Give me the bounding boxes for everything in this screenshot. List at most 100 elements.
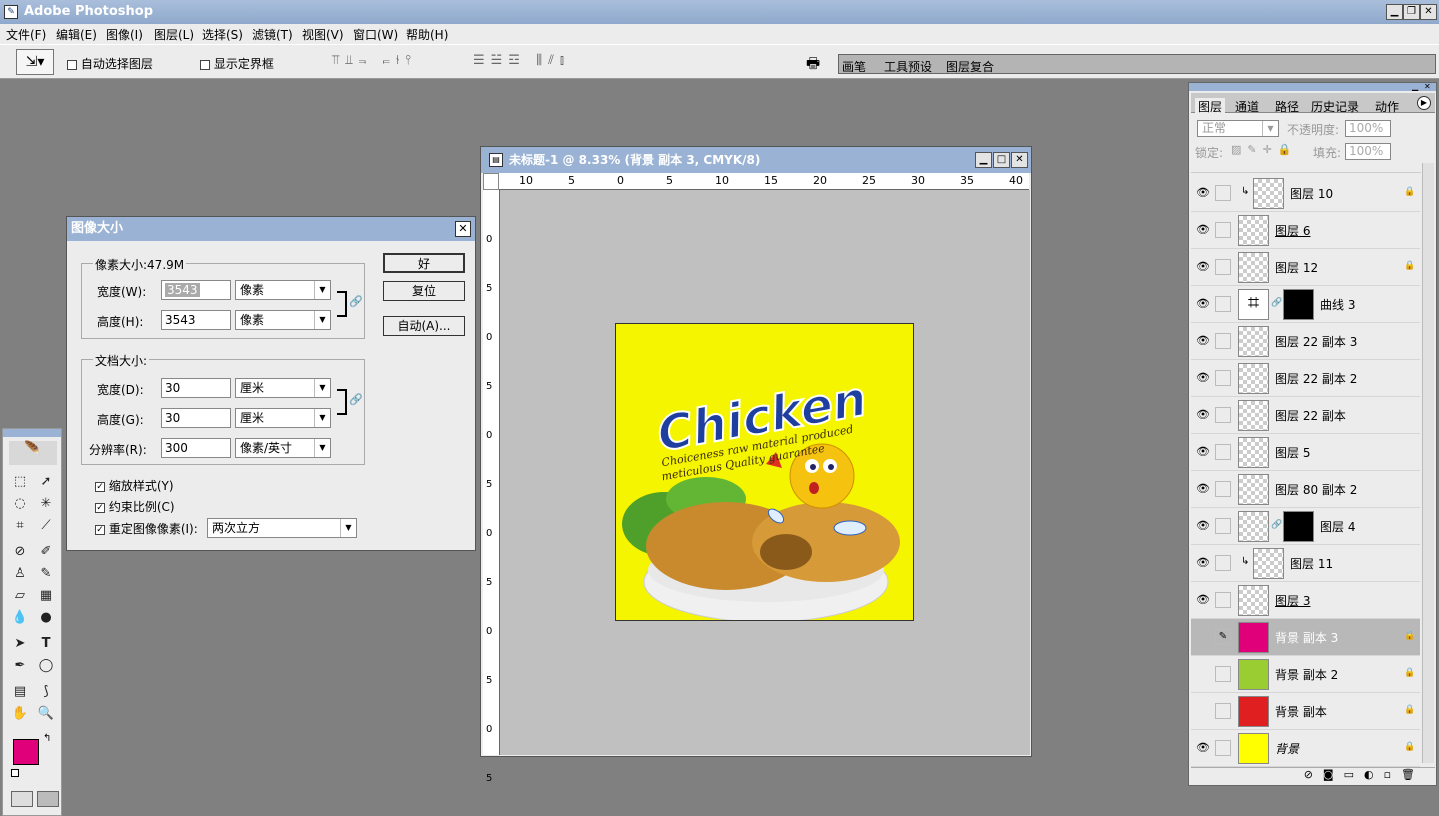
eye-icon[interactable]: 👁: [1195, 259, 1211, 275]
link-toggle[interactable]: [1215, 518, 1231, 534]
eye-icon[interactable]: 👁: [1195, 592, 1211, 608]
menu-view[interactable]: 视图(V): [302, 26, 344, 43]
show-bounds-option[interactable]: 显示定界框: [200, 55, 274, 72]
pen-tool-icon[interactable]: ✒: [9, 655, 31, 677]
dialog-close-icon[interactable]: ✕: [455, 221, 471, 237]
gradient-tool-icon[interactable]: ▦: [35, 585, 57, 607]
doc-height-field[interactable]: 30: [161, 408, 231, 428]
link-toggle[interactable]: [1215, 370, 1231, 386]
fill-field[interactable]: 100%: [1345, 143, 1391, 160]
foreground-color-swatch[interactable]: [13, 739, 39, 765]
close-icon[interactable]: ✕: [1420, 4, 1437, 20]
default-colors-icon[interactable]: [11, 769, 19, 777]
layer-row[interactable]: 背景 副本 2 🔒: [1191, 656, 1420, 693]
show-bounds-checkbox[interactable]: [200, 59, 210, 70]
marquee-tool-icon[interactable]: ⬚: [9, 471, 31, 493]
link-toggle[interactable]: [1215, 444, 1231, 460]
horizontal-ruler[interactable]: 10 5 0 5 10 15 20 25 30 35 40: [499, 173, 1029, 190]
constrain-option[interactable]: ✓ 约束比例(C): [95, 498, 175, 515]
distribute-icons[interactable]: ☰☱☲ ⫼⫽⫾: [473, 53, 570, 68]
resample-method-select[interactable]: 两次立方 ▼: [207, 518, 357, 538]
link-toggle[interactable]: [1215, 666, 1231, 682]
move-tool-preset-picker[interactable]: ⇲▾: [16, 49, 54, 75]
link-toggle[interactable]: [1215, 222, 1231, 238]
doc-width-field[interactable]: 30: [161, 378, 231, 398]
path-select-icon[interactable]: ➤: [9, 633, 31, 655]
notes-tool-icon[interactable]: ▤: [9, 681, 31, 703]
clone-stamp-icon[interactable]: ♙: [9, 563, 31, 585]
healing-brush-icon[interactable]: ⊘: [9, 541, 31, 563]
eye-icon[interactable]: 👁: [1195, 444, 1211, 460]
ok-button[interactable]: 好: [383, 253, 465, 273]
layer-row[interactable]: 👁 图层 80 副本 2: [1191, 471, 1420, 508]
lasso-tool-icon[interactable]: ◌: [9, 493, 31, 515]
brush-icon[interactable]: ✎: [1215, 629, 1231, 645]
blur-tool-icon[interactable]: 💧: [9, 607, 31, 629]
link-toggle[interactable]: [1215, 703, 1231, 719]
palette-close-icon[interactable]: ✕: [1424, 83, 1434, 91]
tab-history[interactable]: 历史记录: [1311, 98, 1359, 115]
link-toggle[interactable]: [1215, 333, 1231, 349]
layer-mask-thumbnail[interactable]: [1283, 289, 1314, 320]
slice-tool-icon[interactable]: ⟋: [35, 515, 57, 537]
link-toggle[interactable]: [1215, 407, 1231, 423]
brush-tool-icon[interactable]: ✐: [35, 541, 57, 563]
tab-layers[interactable]: 图层: [1195, 98, 1226, 115]
layer-row[interactable]: 👁 图层 22 副本: [1191, 397, 1420, 434]
scale-styles-checkbox[interactable]: ✓: [95, 481, 105, 492]
layer-row[interactable]: 👁 图层 5: [1191, 434, 1420, 471]
menu-file[interactable]: 文件(F): [6, 26, 46, 43]
pixel-height-field[interactable]: 3543: [161, 310, 231, 330]
artwork-canvas[interactable]: Chicken Choiceness raw material produced…: [615, 323, 914, 621]
link-toggle[interactable]: [1215, 296, 1231, 312]
auto-select-checkbox[interactable]: [67, 59, 77, 70]
layer-partial-row[interactable]: [1191, 163, 1421, 173]
link-toggle[interactable]: [1215, 481, 1231, 497]
vertical-ruler[interactable]: 0505050505050: [483, 190, 500, 784]
layer-row[interactable]: 👁 图层 12 🔒: [1191, 249, 1420, 286]
eye-icon[interactable]: 👁: [1195, 296, 1211, 312]
crop-tool-icon[interactable]: ⌗: [9, 515, 31, 537]
printer-icon[interactable]: 🖶: [806, 53, 820, 78]
constrain-checkbox[interactable]: ✓: [95, 502, 105, 513]
quick-mask-icon[interactable]: [37, 791, 59, 807]
layer-row[interactable]: 👁 图层 6: [1191, 212, 1420, 249]
eye-icon[interactable]: 👁: [1195, 555, 1211, 571]
align-icons[interactable]: ⫪⫫⫬ ⫭⫮⫯: [332, 53, 417, 68]
swap-colors-icon[interactable]: ↰: [43, 733, 51, 744]
eraser-tool-icon[interactable]: ▱: [9, 585, 31, 607]
menu-select[interactable]: 选择(S): [202, 26, 243, 43]
doc-height-unit-select[interactable]: 厘米 ▼: [235, 408, 331, 428]
eye-icon[interactable]: 👁: [1195, 185, 1211, 201]
layers-footer-icons[interactable]: ⊘◙▭◐▫🗑: [1191, 767, 1435, 785]
eye-icon[interactable]: 👁: [1195, 740, 1211, 756]
eye-icon[interactable]: [1195, 703, 1211, 719]
dodge-tool-icon[interactable]: ●: [35, 607, 57, 629]
layer-row[interactable]: 背景 副本 🔒: [1191, 693, 1420, 730]
menu-filter[interactable]: 滤镜(T): [252, 26, 293, 43]
scale-styles-option[interactable]: ✓ 缩放样式(Y): [95, 477, 174, 494]
layer-row[interactable]: 👁 🔗 图层 4: [1191, 508, 1420, 545]
doc-minimize-icon[interactable]: ▁: [975, 152, 992, 168]
layer-row[interactable]: 👁 ↳ 图层 10 🔒: [1191, 175, 1420, 212]
eye-icon[interactable]: 👁: [1195, 407, 1211, 423]
pixel-width-unit-select[interactable]: 像素 ▼: [235, 280, 331, 300]
restore-icon[interactable]: ❐: [1403, 4, 1420, 20]
menu-image[interactable]: 图像(I): [106, 26, 143, 43]
link-toggle[interactable]: [1215, 259, 1231, 275]
tab-paths[interactable]: 路径: [1275, 98, 1299, 115]
opacity-field[interactable]: 100%: [1345, 120, 1391, 137]
eye-icon[interactable]: 👁: [1195, 333, 1211, 349]
layer-row[interactable]: 👁 背景 🔒: [1191, 730, 1420, 767]
link-toggle[interactable]: [1215, 555, 1231, 571]
move-tool-icon[interactable]: ➚: [35, 471, 57, 493]
hand-tool-icon[interactable]: ✋: [9, 703, 31, 725]
tab-tool-presets[interactable]: 工具预设: [884, 58, 932, 75]
blend-mode-select[interactable]: 正常 ▼: [1197, 120, 1279, 137]
tab-brushes[interactable]: 画笔: [842, 58, 866, 75]
resolution-unit-select[interactable]: 像素/英寸 ▼: [235, 438, 331, 458]
link-toggle[interactable]: [1215, 185, 1231, 201]
eye-icon[interactable]: 👁: [1195, 222, 1211, 238]
palette-menu-icon[interactable]: ▶: [1417, 96, 1431, 110]
standard-mode-icon[interactable]: [11, 791, 33, 807]
